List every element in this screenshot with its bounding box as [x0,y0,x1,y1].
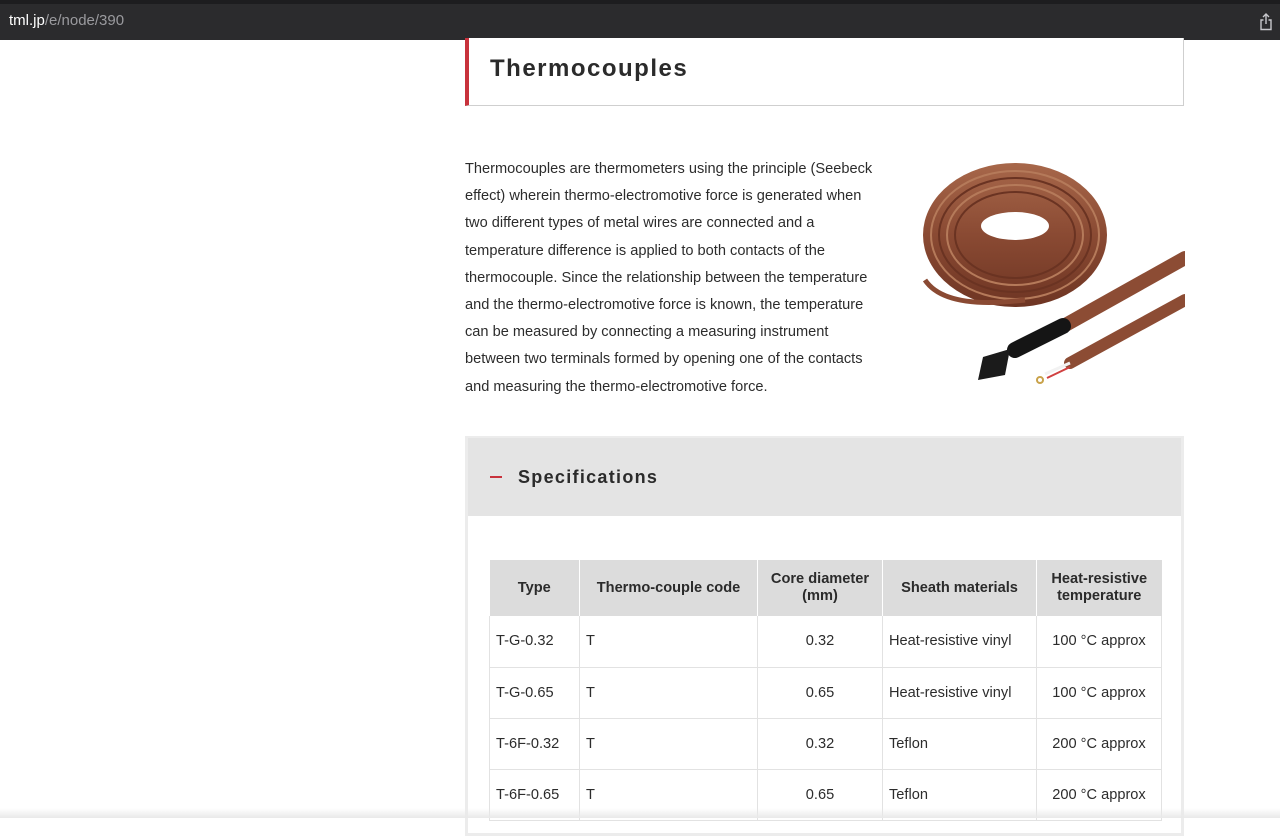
cell-type: T-G-0.65 [489,667,580,719]
column-header-type: Type [489,560,580,616]
cell-type: T-G-0.32 [489,616,580,668]
cell-diameter: 0.32 [757,616,883,668]
browser-address-bar[interactable]: tml.jp/e/node/390 [0,0,1280,40]
specifications-title[interactable]: Specifications [518,467,658,488]
cell-diameter: 0.65 [757,667,883,719]
table-row: T-6F-0.32 T 0.32 Teflon 200 °C approx [489,718,1162,770]
page-title: Thermocouples [490,55,689,82]
url-text[interactable]: tml.jp/e/node/390 [9,12,124,29]
table-row: T-G-0.65 T 0.65 Heat-resistive vinyl 100… [489,667,1162,719]
cell-sheath: Teflon [882,718,1037,770]
cell-sheath: Heat-resistive vinyl [882,616,1037,668]
column-header-code: Thermo-couple code [579,560,758,616]
column-header-temperature: Heat-resistive temperature [1036,560,1162,616]
cell-temperature: 100 °C approx [1036,667,1162,719]
cell-code: T [579,667,758,719]
cell-code: T [579,718,758,770]
cell-type: T-6F-0.32 [489,718,580,770]
specifications-accordion-header[interactable]: Specifications [468,438,1181,516]
specifications-panel: Specifications Type Thermo-couple code C… [465,436,1184,836]
cell-code: T [579,616,758,668]
cell-sheath: Heat-resistive vinyl [882,667,1037,719]
collapse-minus-icon[interactable] [490,476,502,478]
bottom-edge-shadow [0,808,1280,818]
column-header-sheath: Sheath materials [882,560,1037,616]
product-description: Thermocouples are thermometers using the… [465,161,873,395]
table-header-row: Type Thermo-couple code Core diameter (m… [489,560,1162,616]
cell-temperature: 200 °C approx [1036,718,1162,770]
column-header-diameter: Core diameter (mm) [757,560,883,616]
cell-temperature: 100 °C approx [1036,616,1162,668]
cell-diameter: 0.32 [757,718,883,770]
thermocouple-cable-image [922,163,1185,384]
share-icon[interactable] [1258,13,1274,31]
page-title-box: Thermocouples [465,38,1184,106]
table-row: T-G-0.32 T 0.32 Heat-resistive vinyl 100… [489,616,1162,668]
specifications-table: Type Thermo-couple code Core diameter (m… [489,560,1162,821]
